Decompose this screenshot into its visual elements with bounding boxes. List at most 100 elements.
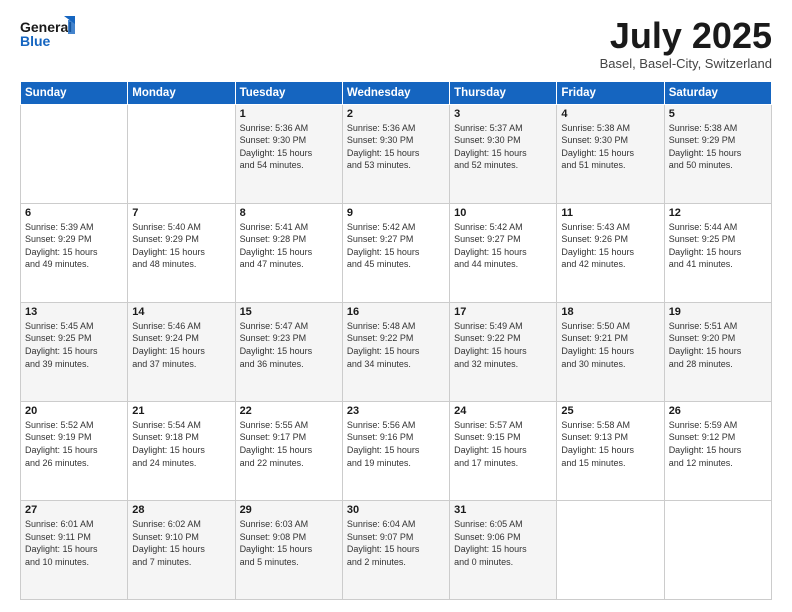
day-info: Sunrise: 5:56 AM Sunset: 9:16 PM Dayligh… [347,419,445,469]
day-info: Sunrise: 6:01 AM Sunset: 9:11 PM Dayligh… [25,518,123,568]
day-cell: 7 Sunrise: 5:40 AM Sunset: 9:29 PM Daylig… [128,203,235,302]
day-info: Sunrise: 5:45 AM Sunset: 9:25 PM Dayligh… [25,320,123,370]
day-number: 2 [347,108,445,120]
header-cell-saturday: Saturday [664,81,771,104]
day-cell: 4 Sunrise: 5:38 AM Sunset: 9:30 PM Daylig… [557,104,664,203]
logo-svg: General Blue [20,16,75,52]
day-cell: 30 Sunrise: 6:04 AM Sunset: 9:07 PM Dayli… [342,500,449,599]
day-cell: 15 Sunrise: 5:47 AM Sunset: 9:23 PM Dayli… [235,302,342,401]
day-number: 22 [240,405,338,417]
calendar-table: SundayMondayTuesdayWednesdayThursdayFrid… [20,81,772,600]
day-info: Sunrise: 5:42 AM Sunset: 9:27 PM Dayligh… [454,221,552,271]
day-cell [557,500,664,599]
day-info: Sunrise: 5:38 AM Sunset: 9:30 PM Dayligh… [561,122,659,172]
day-number: 3 [454,108,552,120]
header-cell-thursday: Thursday [450,81,557,104]
day-cell: 8Sunrise: 5:41 AM Sunset: 9:28 PM Daylig… [235,203,342,302]
week-row-4: 20Sunrise: 5:52 AM Sunset: 9:19 PM Dayli… [21,401,772,500]
day-number: 19 [669,306,767,318]
day-cell: 16 Sunrise: 5:48 AM Sunset: 9:22 PM Dayli… [342,302,449,401]
day-cell: 1 Sunrise: 5:36 AM Sunset: 9:30 PM Daylig… [235,104,342,203]
day-cell: 18Sunrise: 5:50 AM Sunset: 9:21 PM Dayli… [557,302,664,401]
header-cell-monday: Monday [128,81,235,104]
day-info: Sunrise: 5:46 AM Sunset: 9:24 PM Dayligh… [132,320,230,370]
day-number: 6 [25,207,123,219]
day-number: 14 [132,306,230,318]
day-info: Sunrise: 5:54 AM Sunset: 9:18 PM Dayligh… [132,419,230,469]
day-number: 30 [347,504,445,516]
day-info: Sunrise: 5:36 AM Sunset: 9:30 PM Dayligh… [240,122,338,172]
day-cell: 14 Sunrise: 5:46 AM Sunset: 9:24 PM Dayli… [128,302,235,401]
day-info: Sunrise: 5:47 AM Sunset: 9:23 PM Dayligh… [240,320,338,370]
day-cell: 20Sunrise: 5:52 AM Sunset: 9:19 PM Dayli… [21,401,128,500]
day-cell: 31 Sunrise: 6:05 AM Sunset: 9:06 PM Dayli… [450,500,557,599]
day-number: 28 [132,504,230,516]
day-info: Sunrise: 5:48 AM Sunset: 9:22 PM Dayligh… [347,320,445,370]
day-number: 17 [454,306,552,318]
day-number: 15 [240,306,338,318]
day-number: 24 [454,405,552,417]
day-cell: 5Sunrise: 5:38 AM Sunset: 9:29 PM Daylig… [664,104,771,203]
title-block: July 2025 Basel, Basel-City, Switzerland [600,16,772,71]
day-cell [21,104,128,203]
day-info: Sunrise: 5:49 AM Sunset: 9:22 PM Dayligh… [454,320,552,370]
day-number: 31 [454,504,552,516]
day-cell: 21Sunrise: 5:54 AM Sunset: 9:18 PM Dayli… [128,401,235,500]
day-cell: 29 Sunrise: 6:03 AM Sunset: 9:08 PM Dayli… [235,500,342,599]
day-number: 27 [25,504,123,516]
day-cell [128,104,235,203]
day-number: 7 [132,207,230,219]
page: General Blue July 2025 Basel, Basel-City… [0,0,792,612]
day-cell: 9 Sunrise: 5:42 AM Sunset: 9:27 PM Daylig… [342,203,449,302]
header-row: SundayMondayTuesdayWednesdayThursdayFrid… [21,81,772,104]
day-info: Sunrise: 5:50 AM Sunset: 9:21 PM Dayligh… [561,320,659,370]
day-cell: 25 Sunrise: 5:58 AM Sunset: 9:13 PM Dayli… [557,401,664,500]
day-number: 23 [347,405,445,417]
day-info: Sunrise: 6:03 AM Sunset: 9:08 PM Dayligh… [240,518,338,568]
day-info: Sunrise: 5:39 AM Sunset: 9:29 PM Dayligh… [25,221,123,271]
day-info: Sunrise: 5:51 AM Sunset: 9:20 PM Dayligh… [669,320,767,370]
day-info: Sunrise: 5:57 AM Sunset: 9:15 PM Dayligh… [454,419,552,469]
day-info: Sunrise: 5:37 AM Sunset: 9:30 PM Dayligh… [454,122,552,172]
day-cell: 22 Sunrise: 5:55 AM Sunset: 9:17 PM Dayli… [235,401,342,500]
day-cell: 28Sunrise: 6:02 AM Sunset: 9:10 PM Dayli… [128,500,235,599]
week-row-5: 27 Sunrise: 6:01 AM Sunset: 9:11 PM Dayli… [21,500,772,599]
header-cell-wednesday: Wednesday [342,81,449,104]
day-info: Sunrise: 6:05 AM Sunset: 9:06 PM Dayligh… [454,518,552,568]
day-number: 20 [25,405,123,417]
day-info: Sunrise: 5:58 AM Sunset: 9:13 PM Dayligh… [561,419,659,469]
day-cell: 24 Sunrise: 5:57 AM Sunset: 9:15 PM Dayli… [450,401,557,500]
day-number: 9 [347,207,445,219]
day-info: Sunrise: 5:40 AM Sunset: 9:29 PM Dayligh… [132,221,230,271]
day-number: 1 [240,108,338,120]
day-cell: 3 Sunrise: 5:37 AM Sunset: 9:30 PM Daylig… [450,104,557,203]
day-cell: 12Sunrise: 5:44 AM Sunset: 9:25 PM Dayli… [664,203,771,302]
day-cell: 13Sunrise: 5:45 AM Sunset: 9:25 PM Dayli… [21,302,128,401]
day-info: Sunrise: 6:04 AM Sunset: 9:07 PM Dayligh… [347,518,445,568]
day-info: Sunrise: 5:41 AM Sunset: 9:28 PM Dayligh… [240,221,338,271]
day-cell: 11 Sunrise: 5:43 AM Sunset: 9:26 PM Dayli… [557,203,664,302]
day-cell: 2 Sunrise: 5:36 AM Sunset: 9:30 PM Daylig… [342,104,449,203]
day-info: Sunrise: 5:55 AM Sunset: 9:17 PM Dayligh… [240,419,338,469]
week-row-2: 6 Sunrise: 5:39 AM Sunset: 9:29 PM Daylig… [21,203,772,302]
header: General Blue July 2025 Basel, Basel-City… [20,16,772,71]
day-number: 4 [561,108,659,120]
logo: General Blue [20,16,75,52]
day-number: 29 [240,504,338,516]
day-info: Sunrise: 5:43 AM Sunset: 9:26 PM Dayligh… [561,221,659,271]
day-info: Sunrise: 5:42 AM Sunset: 9:27 PM Dayligh… [347,221,445,271]
day-number: 16 [347,306,445,318]
location: Basel, Basel-City, Switzerland [600,56,772,71]
month-title: July 2025 [600,16,772,56]
day-info: Sunrise: 5:36 AM Sunset: 9:30 PM Dayligh… [347,122,445,172]
day-info: Sunrise: 5:59 AM Sunset: 9:12 PM Dayligh… [669,419,767,469]
header-cell-tuesday: Tuesday [235,81,342,104]
day-info: Sunrise: 5:38 AM Sunset: 9:29 PM Dayligh… [669,122,767,172]
header-cell-sunday: Sunday [21,81,128,104]
day-number: 11 [561,207,659,219]
day-cell: 23 Sunrise: 5:56 AM Sunset: 9:16 PM Dayli… [342,401,449,500]
day-cell: 6 Sunrise: 5:39 AM Sunset: 9:29 PM Daylig… [21,203,128,302]
day-number: 25 [561,405,659,417]
svg-text:Blue: Blue [20,33,51,49]
week-row-3: 13Sunrise: 5:45 AM Sunset: 9:25 PM Dayli… [21,302,772,401]
